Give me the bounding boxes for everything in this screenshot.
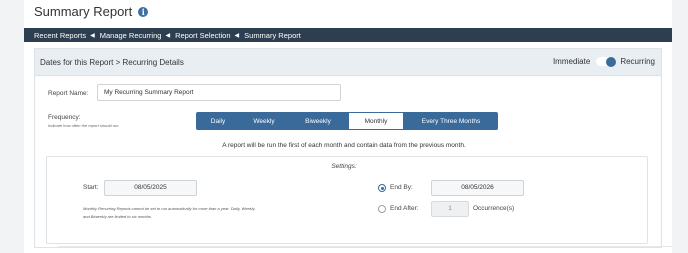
settings-note: Monthly Recurring Reports cannot be set … xyxy=(83,205,255,220)
report-name-input[interactable] xyxy=(97,84,341,101)
toggle-knob xyxy=(606,57,617,67)
schedule-toggle-group: Immediate Recurring xyxy=(553,57,655,67)
end-after-occurrences-input[interactable]: 1 xyxy=(431,201,469,217)
frequency-daily-button[interactable]: Daily xyxy=(196,112,240,130)
report-name-label: Report Name: xyxy=(48,90,89,97)
divider xyxy=(58,246,672,247)
breadcrumb-summary-report: Summary Report xyxy=(244,30,301,40)
frequency-hint: Indicate how often the report should run xyxy=(48,123,119,128)
frequency-biweekly-button[interactable]: Biweekly xyxy=(288,112,348,130)
settings-note-line: and Biweekly are limited to six months. xyxy=(83,213,152,219)
breadcrumb-separator-icon: ◀ xyxy=(234,32,240,39)
settings-title: Settings: xyxy=(331,163,357,170)
frequency-weekly-button[interactable]: Weekly xyxy=(240,112,288,130)
toggle-label-immediate[interactable]: Immediate xyxy=(553,57,590,66)
frequency-monthly-button[interactable]: Monthly xyxy=(348,112,404,130)
occurrences-label: Occurrence(s) xyxy=(473,205,515,212)
end-after-radio[interactable] xyxy=(378,205,386,213)
page-title: Summary Report xyxy=(34,4,133,19)
end-by-radio[interactable] xyxy=(378,184,386,192)
toggle-label-recurring[interactable]: Recurring xyxy=(620,57,655,66)
info-icon[interactable]: i xyxy=(138,6,149,17)
start-date-label: Start: xyxy=(83,184,99,191)
breadcrumb-manage-recurring[interactable]: Manage Recurring xyxy=(100,31,162,40)
breadcrumb-report-selection[interactable]: Report Selection xyxy=(175,31,230,40)
immediate-recurring-toggle[interactable] xyxy=(596,57,617,67)
panel-title: Dates for this Report > Recurring Detail… xyxy=(40,58,184,67)
breadcrumb-recent-reports[interactable]: Recent Reports xyxy=(34,31,86,40)
end-after-label: End After: xyxy=(390,205,419,212)
settings-note-line: Monthly Recurring Reports cannot be set … xyxy=(83,206,256,211)
panel-header: Dates for this Report > Recurring Detail… xyxy=(35,49,661,76)
frequency-label: Frequency: xyxy=(48,114,81,121)
breadcrumb: Recent Reports ◀ Manage Recurring ◀ Repo… xyxy=(24,28,672,42)
frequency-summary-text: A report will be run the first of each m… xyxy=(222,142,466,149)
frequency-every-three-months-button[interactable]: Every Three Months xyxy=(404,112,498,130)
breadcrumb-separator-icon: ◀ xyxy=(165,32,171,39)
frequency-button-group: Daily Weekly Biweekly Monthly Every Thre… xyxy=(196,112,498,130)
title-row: Summary Report i xyxy=(34,4,149,19)
breadcrumb-separator-icon: ◀ xyxy=(90,32,95,39)
end-by-date-input[interactable]: 08/05/2026 xyxy=(431,180,524,196)
end-by-label: End By: xyxy=(390,184,413,191)
start-date-input[interactable]: 08/05/2025 xyxy=(104,180,197,196)
